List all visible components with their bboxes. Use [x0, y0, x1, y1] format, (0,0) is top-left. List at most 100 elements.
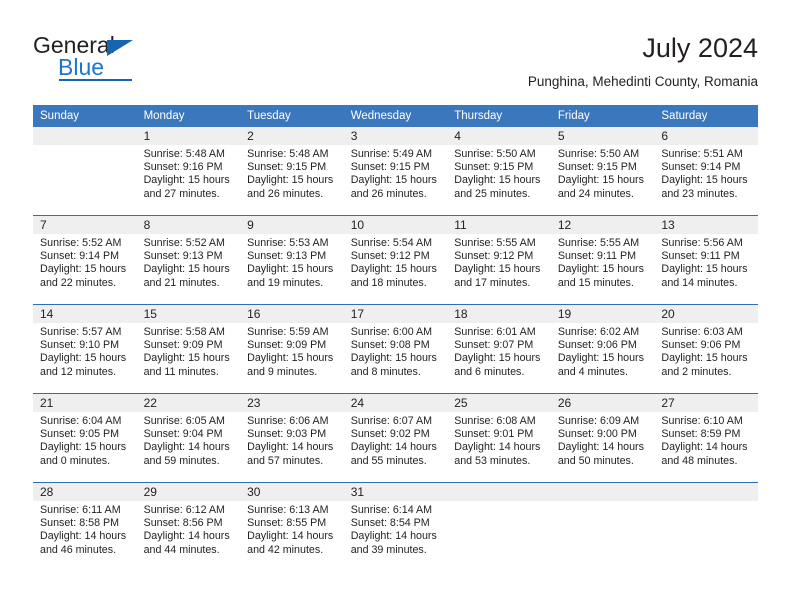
day-number: 23	[240, 394, 344, 412]
calendar-day-cell[interactable]: 14 Sunrise: 5:57 AM Sunset: 9:10 PM Dayligh…	[33, 304, 137, 394]
day-detail-line: Daylight: 15 hours	[247, 174, 334, 187]
day-detail-line: Sunset: 9:16 PM	[143, 161, 223, 174]
calendar-day-cell[interactable]: 3 Sunrise: 5:49 AM Sunset: 9:15 PM Daylight…	[343, 127, 448, 216]
calendar-day-cell[interactable]: 19 Sunrise: 6:02 AM Sunset: 9:06 PM Dayligh…	[550, 304, 655, 394]
day-cell-content	[33, 127, 137, 215]
day-detail-line: Daylight: 15 hours	[557, 174, 644, 187]
calendar-day-cell[interactable]: 31 Sunrise: 6:14 AM Sunset: 8:54 PM Dayligh…	[343, 482, 448, 571]
day-detail-line: Daylight: 15 hours	[454, 174, 541, 187]
day-number	[654, 483, 758, 501]
day-number: 30	[240, 483, 344, 501]
calendar-day-cell[interactable]: 16 Sunrise: 5:59 AM Sunset: 9:09 PM Dayligh…	[240, 304, 344, 394]
calendar-day-cell[interactable]: 25 Sunrise: 6:08 AM Sunset: 9:01 PM Dayligh…	[447, 393, 551, 483]
day-detail-line: Sunset: 9:14 PM	[661, 161, 741, 174]
calendar-day-cell[interactable]: 12 Sunrise: 5:55 AM Sunset: 9:11 PM Dayligh…	[550, 215, 655, 305]
calendar-day-cell[interactable]: 28 Sunrise: 6:11 AM Sunset: 8:58 PM Dayligh…	[33, 482, 137, 571]
brand-logo[interactable]: General Blue	[33, 32, 233, 90]
day-details: Sunrise: 5:50 AM Sunset: 9:15 PM Daylight:…	[551, 145, 655, 201]
day-detail-line: Daylight: 15 hours	[454, 352, 541, 365]
calendar-day-cell[interactable]: 10 Sunrise: 5:54 AM Sunset: 9:12 PM Dayligh…	[343, 215, 448, 305]
calendar-day-cell[interactable]: 8 Sunrise: 5:52 AM Sunset: 9:13 PM Daylight…	[136, 215, 241, 305]
day-cell-content: 5 Sunrise: 5:50 AM Sunset: 9:15 PM Daylight…	[550, 127, 655, 215]
day-cell-content: 7 Sunrise: 5:52 AM Sunset: 9:14 PM Daylight…	[33, 216, 137, 304]
calendar-day-cell[interactable]: 24 Sunrise: 6:07 AM Sunset: 9:02 PM Dayligh…	[343, 393, 448, 483]
day-cell-content: 30 Sunrise: 6:13 AM Sunset: 8:55 PM Dayligh…	[240, 483, 344, 571]
day-detail-line: Daylight: 14 hours	[143, 530, 230, 543]
column-header-thursday: Thursday	[447, 105, 551, 127]
day-number: 4	[447, 127, 551, 145]
calendar-day-cell[interactable]: 30 Sunrise: 6:13 AM Sunset: 8:55 PM Dayligh…	[240, 482, 344, 571]
day-detail-line: Sunset: 9:09 PM	[143, 339, 223, 352]
day-cell-content: 26 Sunrise: 6:09 AM Sunset: 9:00 PM Dayligh…	[550, 394, 655, 482]
day-detail-line: Daylight: 15 hours	[661, 263, 748, 276]
calendar-day-cell[interactable]: 9 Sunrise: 5:53 AM Sunset: 9:13 PM Daylight…	[240, 215, 344, 305]
calendar-day-cell[interactable]: 5 Sunrise: 5:50 AM Sunset: 9:15 PM Daylight…	[550, 127, 655, 216]
calendar-day-cell[interactable]: 6 Sunrise: 5:51 AM Sunset: 9:14 PM Daylight…	[654, 127, 758, 216]
day-detail-line: Sunset: 9:15 PM	[454, 161, 534, 174]
day-cell-content: 22 Sunrise: 6:05 AM Sunset: 9:04 PM Dayligh…	[136, 394, 241, 482]
day-detail-line: Sunset: 9:06 PM	[557, 339, 637, 352]
day-detail-line: Sunset: 9:06 PM	[661, 339, 741, 352]
day-detail-line: and 53 minutes.	[454, 454, 531, 467]
calendar-day-cell[interactable]: 29 Sunrise: 6:12 AM Sunset: 8:56 PM Dayligh…	[136, 482, 241, 571]
day-number: 28	[33, 483, 137, 501]
day-number: 12	[550, 216, 655, 234]
calendar-day-cell[interactable]: 17 Sunrise: 6:00 AM Sunset: 9:08 PM Dayligh…	[343, 304, 448, 394]
day-detail-line: Sunset: 9:13 PM	[143, 250, 223, 263]
calendar-day-cell[interactable]: 22 Sunrise: 6:05 AM Sunset: 9:04 PM Dayligh…	[136, 393, 241, 483]
day-detail-line: Sunrise: 5:51 AM	[661, 148, 743, 160]
day-details: Sunrise: 5:54 AM Sunset: 9:12 PM Daylight:…	[344, 234, 448, 290]
day-detail-line: Daylight: 15 hours	[40, 263, 127, 276]
day-detail-line: Sunset: 9:00 PM	[557, 428, 637, 441]
calendar-day-cell[interactable]: 4 Sunrise: 5:50 AM Sunset: 9:15 PM Daylight…	[447, 127, 551, 216]
day-detail-line: and 27 minutes.	[143, 187, 220, 200]
day-number: 29	[136, 483, 241, 501]
day-cell-content: 27 Sunrise: 6:10 AM Sunset: 8:59 PM Dayligh…	[654, 394, 758, 482]
calendar-day-cell[interactable]: 27 Sunrise: 6:10 AM Sunset: 8:59 PM Dayligh…	[654, 393, 758, 483]
day-details: Sunrise: 6:00 AM Sunset: 9:08 PM Daylight:…	[344, 323, 448, 379]
day-detail-line: and 44 minutes.	[143, 543, 220, 556]
day-detail-line: Sunrise: 5:52 AM	[143, 237, 225, 249]
day-detail-line: and 9 minutes.	[247, 365, 318, 378]
day-detail-line: Sunset: 9:11 PM	[661, 250, 740, 263]
day-detail-line: Daylight: 15 hours	[247, 263, 334, 276]
day-details: Sunrise: 6:11 AM Sunset: 8:58 PM Daylight:…	[33, 501, 137, 557]
day-details: Sunrise: 6:09 AM Sunset: 9:00 PM Daylight:…	[551, 412, 655, 468]
day-detail-line: Sunrise: 6:01 AM	[454, 326, 536, 338]
calendar-day-cell[interactable]: 23 Sunrise: 6:06 AM Sunset: 9:03 PM Dayligh…	[240, 393, 344, 483]
day-detail-line: and 11 minutes.	[143, 365, 219, 378]
calendar-day-cell[interactable]: 15 Sunrise: 5:58 AM Sunset: 9:09 PM Dayligh…	[136, 304, 241, 394]
day-cell-content: 24 Sunrise: 6:07 AM Sunset: 9:02 PM Dayligh…	[343, 394, 448, 482]
page-header: General Blue July 2024 Punghina, Mehedin…	[33, 32, 758, 94]
day-cell-content: 18 Sunrise: 6:01 AM Sunset: 9:07 PM Dayligh…	[447, 305, 551, 393]
day-detail-line: Sunrise: 5:54 AM	[350, 237, 433, 249]
day-number: 15	[136, 305, 241, 323]
day-detail-line: and 14 minutes.	[661, 276, 738, 289]
day-number: 10	[343, 216, 448, 234]
calendar-day-cell[interactable]: 7 Sunrise: 5:52 AM Sunset: 9:14 PM Daylight…	[33, 215, 137, 305]
day-number: 3	[343, 127, 448, 145]
day-detail-line: Daylight: 15 hours	[350, 174, 437, 187]
day-details: Sunrise: 6:03 AM Sunset: 9:06 PM Daylight:…	[654, 323, 758, 379]
day-cell-content: 25 Sunrise: 6:08 AM Sunset: 9:01 PM Dayligh…	[447, 394, 551, 482]
day-cell-content: 31 Sunrise: 6:14 AM Sunset: 8:54 PM Dayligh…	[343, 483, 448, 571]
day-detail-line: Sunrise: 6:06 AM	[247, 415, 329, 427]
calendar-day-cell[interactable]: 13 Sunrise: 5:56 AM Sunset: 9:11 PM Dayligh…	[654, 215, 758, 305]
calendar-day-cell[interactable]: 18 Sunrise: 6:01 AM Sunset: 9:07 PM Dayligh…	[447, 304, 551, 394]
day-detail-line: Sunset: 8:59 PM	[661, 428, 741, 441]
calendar-day-cell[interactable]: 1 Sunrise: 5:48 AM Sunset: 9:16 PM Daylight…	[136, 127, 241, 216]
calendar-day-cell[interactable]: 21 Sunrise: 6:04 AM Sunset: 9:05 PM Dayligh…	[33, 393, 137, 483]
calendar-day-cell[interactable]: 11 Sunrise: 5:55 AM Sunset: 9:12 PM Dayligh…	[447, 215, 551, 305]
day-detail-line: Sunrise: 6:00 AM	[350, 326, 433, 338]
day-detail-line: Sunset: 9:08 PM	[350, 339, 430, 352]
day-number: 19	[550, 305, 655, 323]
day-detail-line: Daylight: 14 hours	[247, 441, 334, 454]
day-detail-line: Daylight: 14 hours	[40, 530, 127, 543]
day-detail-line: and 55 minutes.	[350, 454, 427, 467]
calendar-day-cell[interactable]: 20 Sunrise: 6:03 AM Sunset: 9:06 PM Dayligh…	[654, 304, 758, 394]
calendar-day-cell[interactable]: 2 Sunrise: 5:48 AM Sunset: 9:15 PM Daylight…	[240, 127, 344, 216]
day-number: 24	[343, 394, 448, 412]
calendar-day-cell[interactable]: 26 Sunrise: 6:09 AM Sunset: 9:00 PM Dayligh…	[550, 393, 655, 483]
day-detail-line: Daylight: 15 hours	[557, 263, 644, 276]
day-number: 25	[447, 394, 551, 412]
